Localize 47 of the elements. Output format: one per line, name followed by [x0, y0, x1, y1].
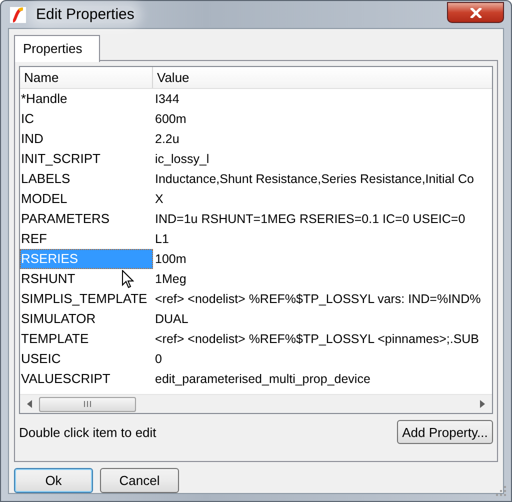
name-cell[interactable]: IND: [20, 129, 153, 149]
window-title: Edit Properties: [34, 6, 136, 23]
value-cell[interactable]: 0: [153, 349, 492, 369]
value-cell[interactable]: 600m: [153, 109, 492, 129]
value-cell[interactable]: L1: [153, 229, 492, 249]
value-cell[interactable]: <ref> <nodelist> %REF%$TP_LOSSYL <pinnames>;.SUB: [153, 329, 492, 349]
close-button[interactable]: [447, 2, 504, 23]
name-cell[interactable]: VALUESCRIPT: [20, 369, 153, 389]
dialog-button[interactable]: Ok: [14, 468, 93, 493]
name-cell[interactable]: MODEL: [20, 189, 153, 209]
name-cell[interactable]: RSHUNT: [20, 269, 153, 289]
resize-grip-icon[interactable]: [496, 486, 506, 496]
value-cell[interactable]: 2.2u: [153, 129, 492, 149]
name-cell[interactable]: *Handle: [20, 89, 153, 109]
name-cell[interactable]: IC: [20, 109, 153, 129]
value-cell[interactable]: DUAL: [153, 309, 492, 329]
horizontal-scrollbar[interactable]: [20, 394, 492, 413]
mouse-pointer-icon: [122, 270, 134, 289]
name-cell[interactable]: REF: [20, 229, 153, 249]
column-header[interactable]: Name: [20, 67, 153, 88]
value-cell[interactable]: I344: [153, 89, 492, 109]
value-cell[interactable]: X: [153, 189, 492, 209]
value-cell[interactable]: IND=1u RSHUNT=1MEG RSERIES=0.1 IC=0 USEIC=0: [153, 209, 492, 229]
app-icon: [10, 6, 26, 22]
name-cell[interactable]: USEIC: [20, 349, 153, 369]
scroll-left-icon[interactable]: [27, 400, 32, 408]
tab[interactable]: Properties: [14, 35, 100, 62]
name-cell[interactable]: SIMPLIS_TEMPLATE: [20, 289, 153, 309]
column-header[interactable]: Value: [153, 67, 190, 88]
scroll-right-icon[interactable]: [480, 400, 485, 408]
close-icon: [470, 8, 482, 18]
name-cell[interactable]: SIMULATOR: [20, 309, 153, 329]
value-cell[interactable]: 1Meg: [153, 269, 492, 289]
hint-text: Double click item to edit: [19, 424, 156, 440]
value-cell[interactable]: Inductance,Shunt Resistance,Series Resistance,Initial Co: [153, 169, 492, 189]
scroll-thumb[interactable]: [39, 396, 136, 412]
value-cell[interactable]: edit_parameterised_multi_prop_device: [153, 369, 492, 389]
grip-icon: [84, 401, 91, 407]
name-cell[interactable]: PARAMETERS: [20, 209, 153, 229]
add-property-button[interactable]: Add Property...: [397, 420, 493, 444]
value-cell[interactable]: <ref> <nodelist> %REF%$TP_LOSSYL vars: IND=%IND%: [153, 289, 492, 309]
value-cell[interactable]: ic_lossy_l: [153, 149, 492, 169]
dialog-button[interactable]: Cancel: [100, 468, 179, 493]
value-cell[interactable]: 100m: [153, 249, 492, 269]
name-cell[interactable]: LABELS: [20, 169, 153, 189]
name-cell[interactable]: TEMPLATE: [20, 329, 153, 349]
name-cell[interactable]: INIT_SCRIPT: [20, 149, 153, 169]
